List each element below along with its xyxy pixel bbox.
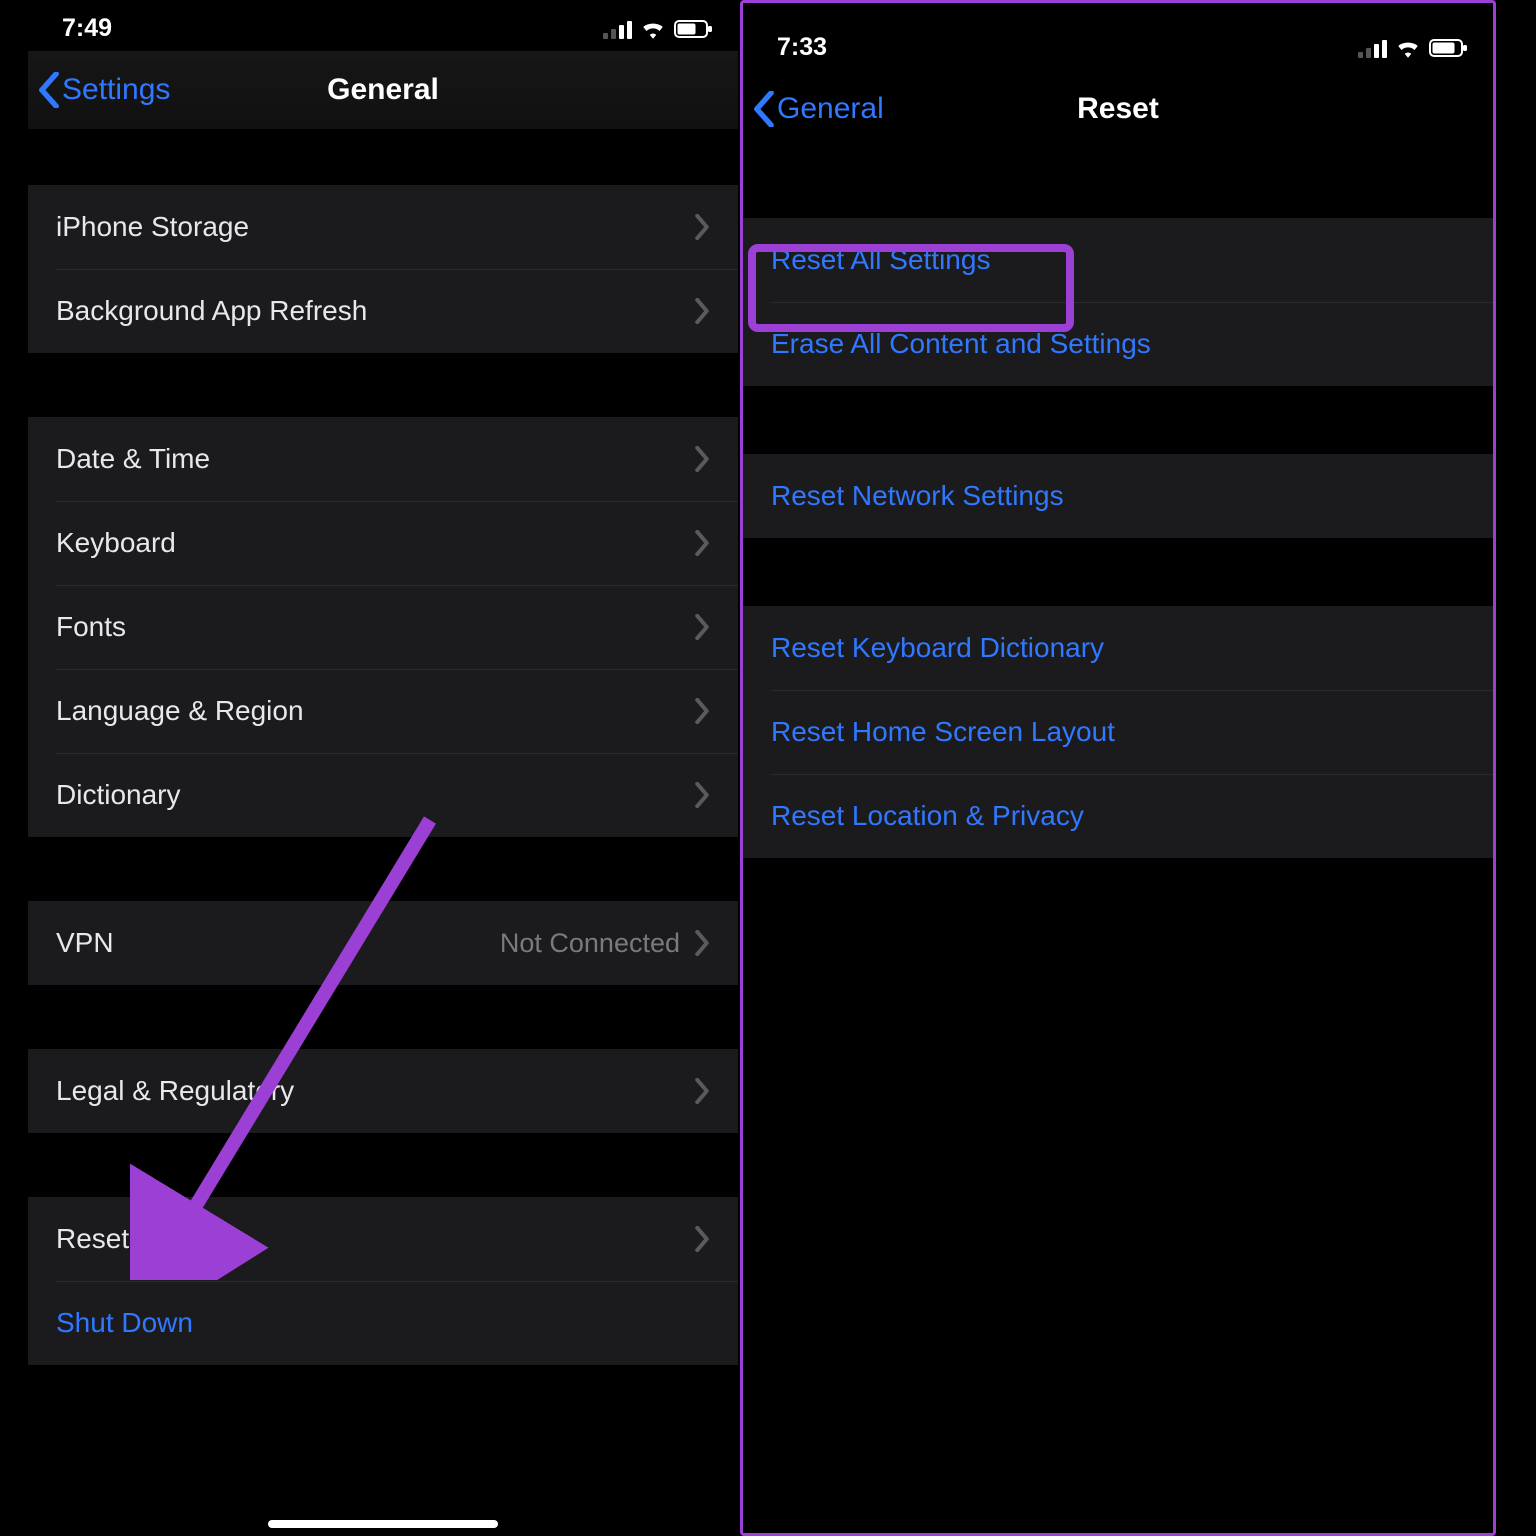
- chevron-right-icon: [694, 446, 710, 472]
- row-label: Legal & Regulatory: [56, 1075, 294, 1107]
- status-time: 7:49: [62, 14, 112, 43]
- home-indicator: [268, 1520, 498, 1528]
- back-button[interactable]: General: [753, 91, 884, 127]
- row-label: Erase All Content and Settings: [771, 328, 1151, 360]
- row-vpn[interactable]: VPN Not Connected: [28, 901, 738, 985]
- settings-group: iPhone Storage Background App Refresh: [28, 185, 738, 353]
- chevron-left-icon: [753, 91, 775, 127]
- chevron-right-icon: [694, 614, 710, 640]
- row-reset[interactable]: Reset: [28, 1197, 738, 1281]
- left-screenshot: 7:49 Settings General iPhone S: [28, 0, 738, 1536]
- back-label: General: [777, 92, 884, 126]
- settings-group: Date & Time Keyboard Fonts Language & Regio…: [28, 417, 738, 837]
- status-icons: [1358, 38, 1469, 58]
- settings-group: Reset Network Settings: [743, 454, 1493, 538]
- row-label: Reset: [56, 1223, 129, 1255]
- row-label: Date & Time: [56, 443, 210, 475]
- settings-group: Legal & Regulatory: [28, 1049, 738, 1133]
- row-value: Not Connected: [500, 928, 680, 959]
- row-reset-location-privacy[interactable]: Reset Location & Privacy: [743, 774, 1493, 858]
- row-label: Reset Home Screen Layout: [771, 716, 1115, 748]
- settings-group: Reset Keyboard Dictionary Reset Home Scre…: [743, 606, 1493, 858]
- row-label: Reset Keyboard Dictionary: [771, 632, 1104, 664]
- cellular-icon: [603, 19, 632, 39]
- row-dictionary[interactable]: Dictionary: [28, 753, 738, 837]
- row-label: Background App Refresh: [56, 295, 367, 327]
- chevron-right-icon: [694, 930, 710, 956]
- chevron-left-icon: [38, 72, 60, 108]
- row-erase-all-content-and-settings[interactable]: Erase All Content and Settings: [743, 302, 1493, 386]
- row-date-time[interactable]: Date & Time: [28, 417, 738, 501]
- row-language-region[interactable]: Language & Region: [28, 669, 738, 753]
- battery-icon: [1429, 38, 1469, 58]
- nav-bar: General Reset: [743, 70, 1493, 148]
- row-reset-home-screen-layout[interactable]: Reset Home Screen Layout: [743, 690, 1493, 774]
- row-label: Fonts: [56, 611, 126, 643]
- right-screenshot: 7:33 General: [740, 0, 1496, 1536]
- wifi-icon: [640, 19, 666, 39]
- settings-group: Reset Shut Down: [28, 1197, 738, 1365]
- chevron-right-icon: [694, 214, 710, 240]
- row-fonts[interactable]: Fonts: [28, 585, 738, 669]
- back-button[interactable]: Settings: [38, 72, 170, 108]
- row-keyboard[interactable]: Keyboard: [28, 501, 738, 585]
- chevron-right-icon: [694, 782, 710, 808]
- cellular-icon: [1358, 38, 1387, 58]
- status-bar: 7:33: [743, 3, 1493, 70]
- chevron-right-icon: [694, 1078, 710, 1104]
- row-shut-down[interactable]: Shut Down: [28, 1281, 738, 1365]
- chevron-right-icon: [694, 1226, 710, 1252]
- row-label: iPhone Storage: [56, 211, 249, 243]
- chevron-right-icon: [694, 298, 710, 324]
- settings-group: VPN Not Connected: [28, 901, 738, 985]
- row-label: Shut Down: [56, 1307, 193, 1339]
- wifi-icon: [1395, 38, 1421, 58]
- chevron-right-icon: [694, 698, 710, 724]
- status-icons: [603, 19, 714, 39]
- battery-icon: [674, 19, 714, 39]
- row-background-app-refresh[interactable]: Background App Refresh: [28, 269, 738, 353]
- row-label: Dictionary: [56, 779, 180, 811]
- status-time: 7:33: [777, 33, 827, 62]
- row-label: Reset Location & Privacy: [771, 800, 1084, 832]
- back-label: Settings: [62, 73, 170, 107]
- row-reset-keyboard-dictionary[interactable]: Reset Keyboard Dictionary: [743, 606, 1493, 690]
- status-bar: 7:49: [28, 0, 738, 51]
- row-iphone-storage[interactable]: iPhone Storage: [28, 185, 738, 269]
- row-reset-network-settings[interactable]: Reset Network Settings: [743, 454, 1493, 538]
- row-label: Reset Network Settings: [771, 480, 1064, 512]
- nav-bar: Settings General: [28, 51, 738, 129]
- row-reset-all-settings[interactable]: Reset All Settings: [743, 218, 1493, 302]
- row-label: Keyboard: [56, 527, 176, 559]
- row-label: Reset All Settings: [771, 244, 990, 276]
- row-label: Language & Region: [56, 695, 304, 727]
- row-label: VPN: [56, 927, 114, 959]
- settings-group: Reset All Settings Erase All Content and …: [743, 218, 1493, 386]
- row-legal-regulatory[interactable]: Legal & Regulatory: [28, 1049, 738, 1133]
- chevron-right-icon: [694, 530, 710, 556]
